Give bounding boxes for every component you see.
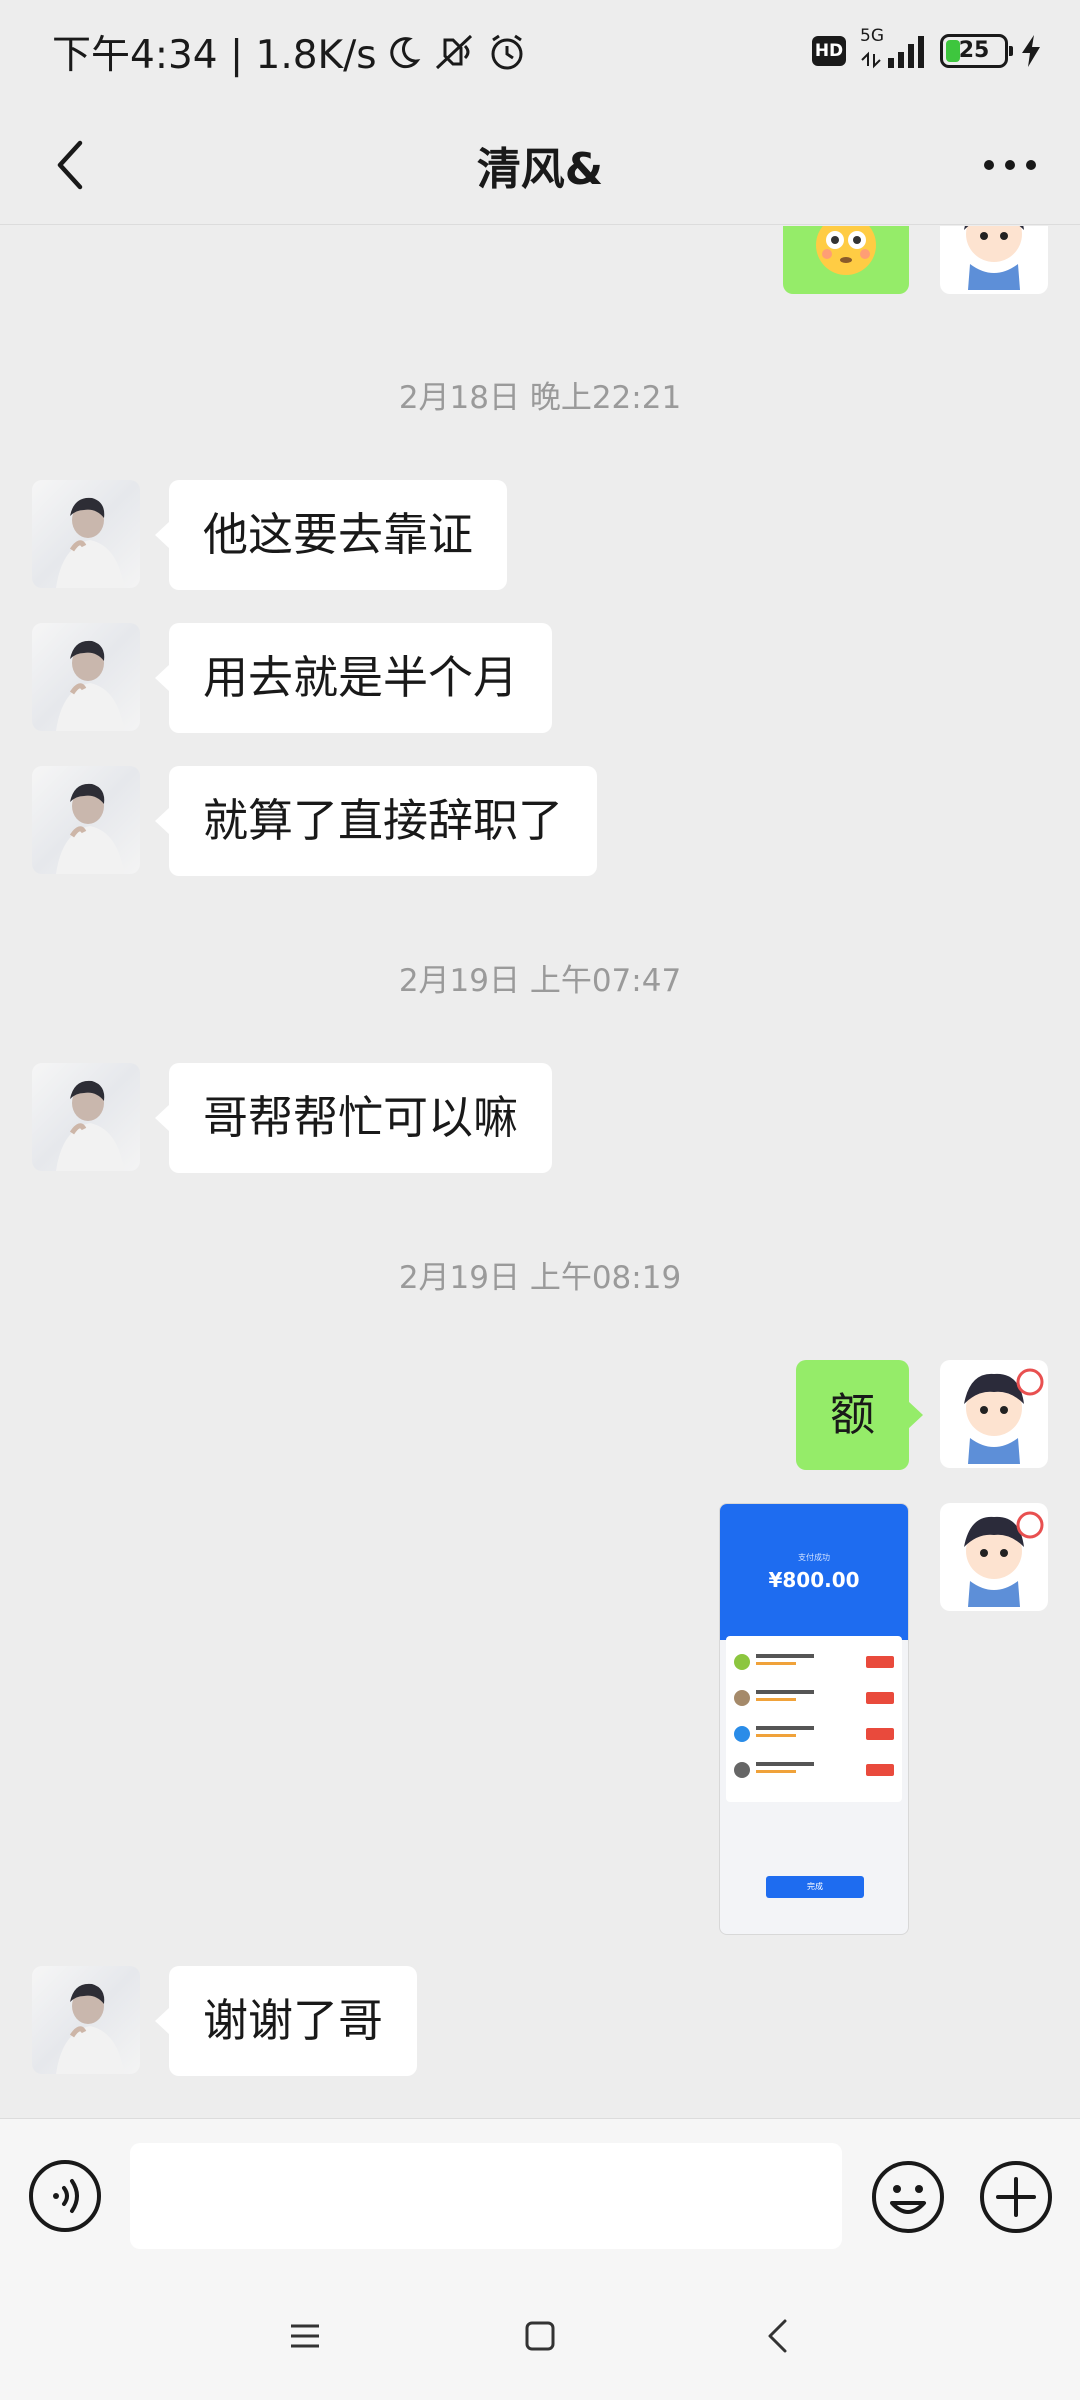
message-bubble[interactable]: 用去就是半个月	[154, 623, 553, 733]
friend-photo-icon	[56, 783, 124, 874]
plus-button[interactable]	[978, 2159, 1054, 2235]
battery-level: 25	[958, 38, 990, 63]
timestamp: 2月19日 上午08:19	[398, 1260, 682, 1296]
charging-icon	[1022, 35, 1040, 67]
friend-photo-icon	[56, 1080, 124, 1171]
friend-avatar[interactable]	[32, 1966, 140, 2074]
status-left: 下午4:34 | 1.8K/s	[52, 24, 527, 80]
system-nav-bar	[0, 2278, 1080, 2400]
menu-icon	[291, 2324, 319, 2348]
screenshot-amount: ¥800.00	[768, 1568, 860, 1592]
friend-photo-icon	[56, 1983, 124, 2074]
emoji-icon	[872, 2161, 944, 2233]
home-button[interactable]	[505, 2306, 575, 2366]
message-bubble[interactable]: 就算了直接辞职了	[154, 766, 598, 876]
cartoon-avatar-icon	[964, 226, 1024, 290]
alarm-icon	[491, 34, 523, 70]
chat-area[interactable]: 2月18日 晚上22:21 他这要去靠证 用去就是半个月 就算了直接辞职了 2月…	[0, 226, 1080, 2116]
signal-icon: 5G	[858, 26, 928, 72]
status-right: HD 5G 25	[812, 26, 1042, 72]
battery-icon: 25	[940, 34, 1013, 68]
back-triangle-icon	[768, 2319, 787, 2353]
self-avatar[interactable]	[940, 226, 1048, 294]
friend-avatar[interactable]	[32, 1063, 140, 1171]
plus-icon	[980, 2161, 1052, 2233]
self-avatar[interactable]	[940, 1360, 1048, 1468]
chat-title: 清风&	[476, 144, 604, 195]
friend-avatar[interactable]	[32, 480, 140, 588]
timestamp: 2月18日 晚上22:21	[398, 380, 682, 416]
screenshot-caption: 支付成功	[798, 1553, 830, 1562]
more-dots-icon	[984, 160, 1036, 170]
cartoon-avatar-icon	[964, 1368, 1044, 1464]
mute-icon	[435, 34, 472, 70]
nav-bar: 清风&	[0, 105, 1080, 225]
status-bar: 下午4:34 | 1.8K/s HD 5G 25	[0, 0, 1080, 105]
message-bubble[interactable]: 他这要去靠证	[154, 480, 508, 590]
sticker-message[interactable]	[783, 226, 909, 294]
friend-photo-icon	[56, 640, 124, 731]
status-time-speed: 下午4:34 | 1.8K/s	[52, 33, 377, 78]
screenshot-card	[726, 1636, 902, 1802]
friend-avatar[interactable]	[32, 623, 140, 731]
payment-screenshot-image[interactable]: 支付成功 ¥800.00 完成	[719, 1503, 909, 1935]
message-input[interactable]	[130, 2143, 842, 2249]
friend-photo-icon	[56, 497, 124, 588]
home-square-icon	[525, 2321, 555, 2351]
input-bar	[0, 2118, 1080, 2278]
system-back-button[interactable]	[742, 2306, 812, 2366]
more-button[interactable]	[974, 129, 1046, 201]
menu-button[interactable]	[270, 2306, 340, 2366]
voice-icon	[29, 2160, 101, 2232]
self-avatar[interactable]	[940, 1503, 1048, 1611]
timestamp: 2月19日 上午07:47	[398, 963, 682, 999]
message-bubble[interactable]: 谢谢了哥	[154, 1966, 418, 2076]
message-bubble[interactable]: 哥帮帮忙可以嘛	[154, 1063, 553, 1173]
emoji-button[interactable]	[870, 2159, 946, 2235]
voice-button[interactable]	[28, 2159, 102, 2233]
friend-avatar[interactable]	[32, 766, 140, 874]
screenshot-done-button: 完成	[766, 1876, 864, 1898]
flushed-emoji-icon	[816, 226, 876, 275]
message-bubble[interactable]: 额	[795, 1360, 924, 1470]
hd-badge: HD	[812, 36, 846, 66]
cartoon-avatar-icon	[964, 1511, 1044, 1607]
moon-icon	[389, 37, 420, 69]
